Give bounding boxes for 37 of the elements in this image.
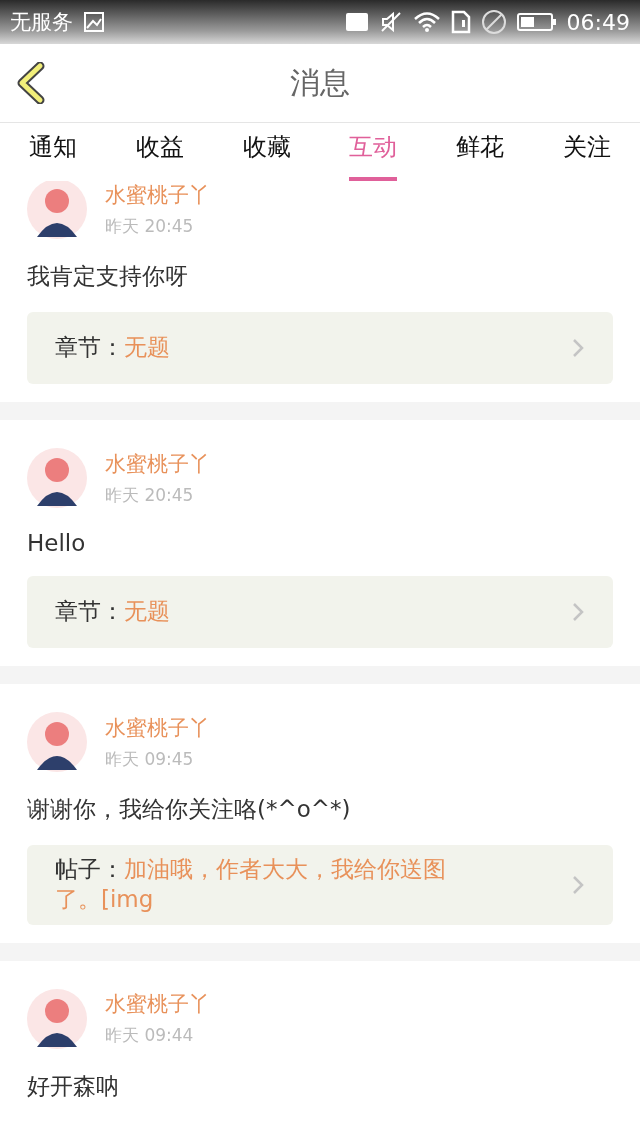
message-time: 昨天 20:45 [105, 214, 195, 238]
blocked-icon [480, 9, 507, 35]
avatar-icon [27, 181, 87, 239]
tab[interactable]: 收益 [136, 123, 184, 181]
page-title: 消息 [290, 63, 350, 102]
wifi-icon [412, 11, 441, 33]
message-time: 昨天 20:45 [105, 483, 195, 507]
chevron-icon [571, 873, 585, 896]
user-name: 水蜜桃子丫 [105, 714, 210, 742]
message-text: 谢谢你，我给你关注咯(*^o^*) [27, 795, 352, 824]
user-name: 水蜜桃子丫 [105, 991, 210, 1019]
quote-link[interactable]: 章节：无题 [27, 312, 613, 384]
image-icon [83, 11, 105, 33]
avatar-icon [27, 448, 87, 508]
tab[interactable]: 关注 [562, 123, 611, 181]
message-text: Hello [27, 530, 87, 556]
message-time: 昨天 09:44 [105, 1024, 195, 1048]
battery-icon [516, 12, 557, 32]
user-name: 水蜜桃子丫 [105, 450, 210, 478]
quote-link[interactable]: 帖子：加油哦，作者大大，我给你送图了。[img [27, 845, 613, 925]
sim-card-icon [450, 10, 471, 34]
chevron-icon [571, 601, 585, 623]
back-icon [16, 62, 46, 104]
message-time: 昨天 09:45 [105, 747, 195, 771]
avatar-icon [27, 988, 87, 1049]
message-text: 我肯定支持你呀 [27, 262, 189, 291]
tab[interactable]: 通知 [29, 123, 78, 181]
user-name: 水蜜桃子丫 [105, 181, 210, 209]
chevron-icon [571, 337, 585, 359]
tab[interactable]: 收藏 [242, 123, 291, 181]
quote-link[interactable]: 章节：无题 [27, 576, 613, 648]
tab[interactable]: 鲜花 [456, 123, 504, 181]
message-text: 好开森呐 [27, 1071, 120, 1101]
avatar-icon [27, 712, 87, 772]
carrier-text: 无服务 [10, 9, 73, 36]
back-button[interactable] [16, 62, 46, 104]
clock-text: 06:49 [566, 9, 630, 35]
